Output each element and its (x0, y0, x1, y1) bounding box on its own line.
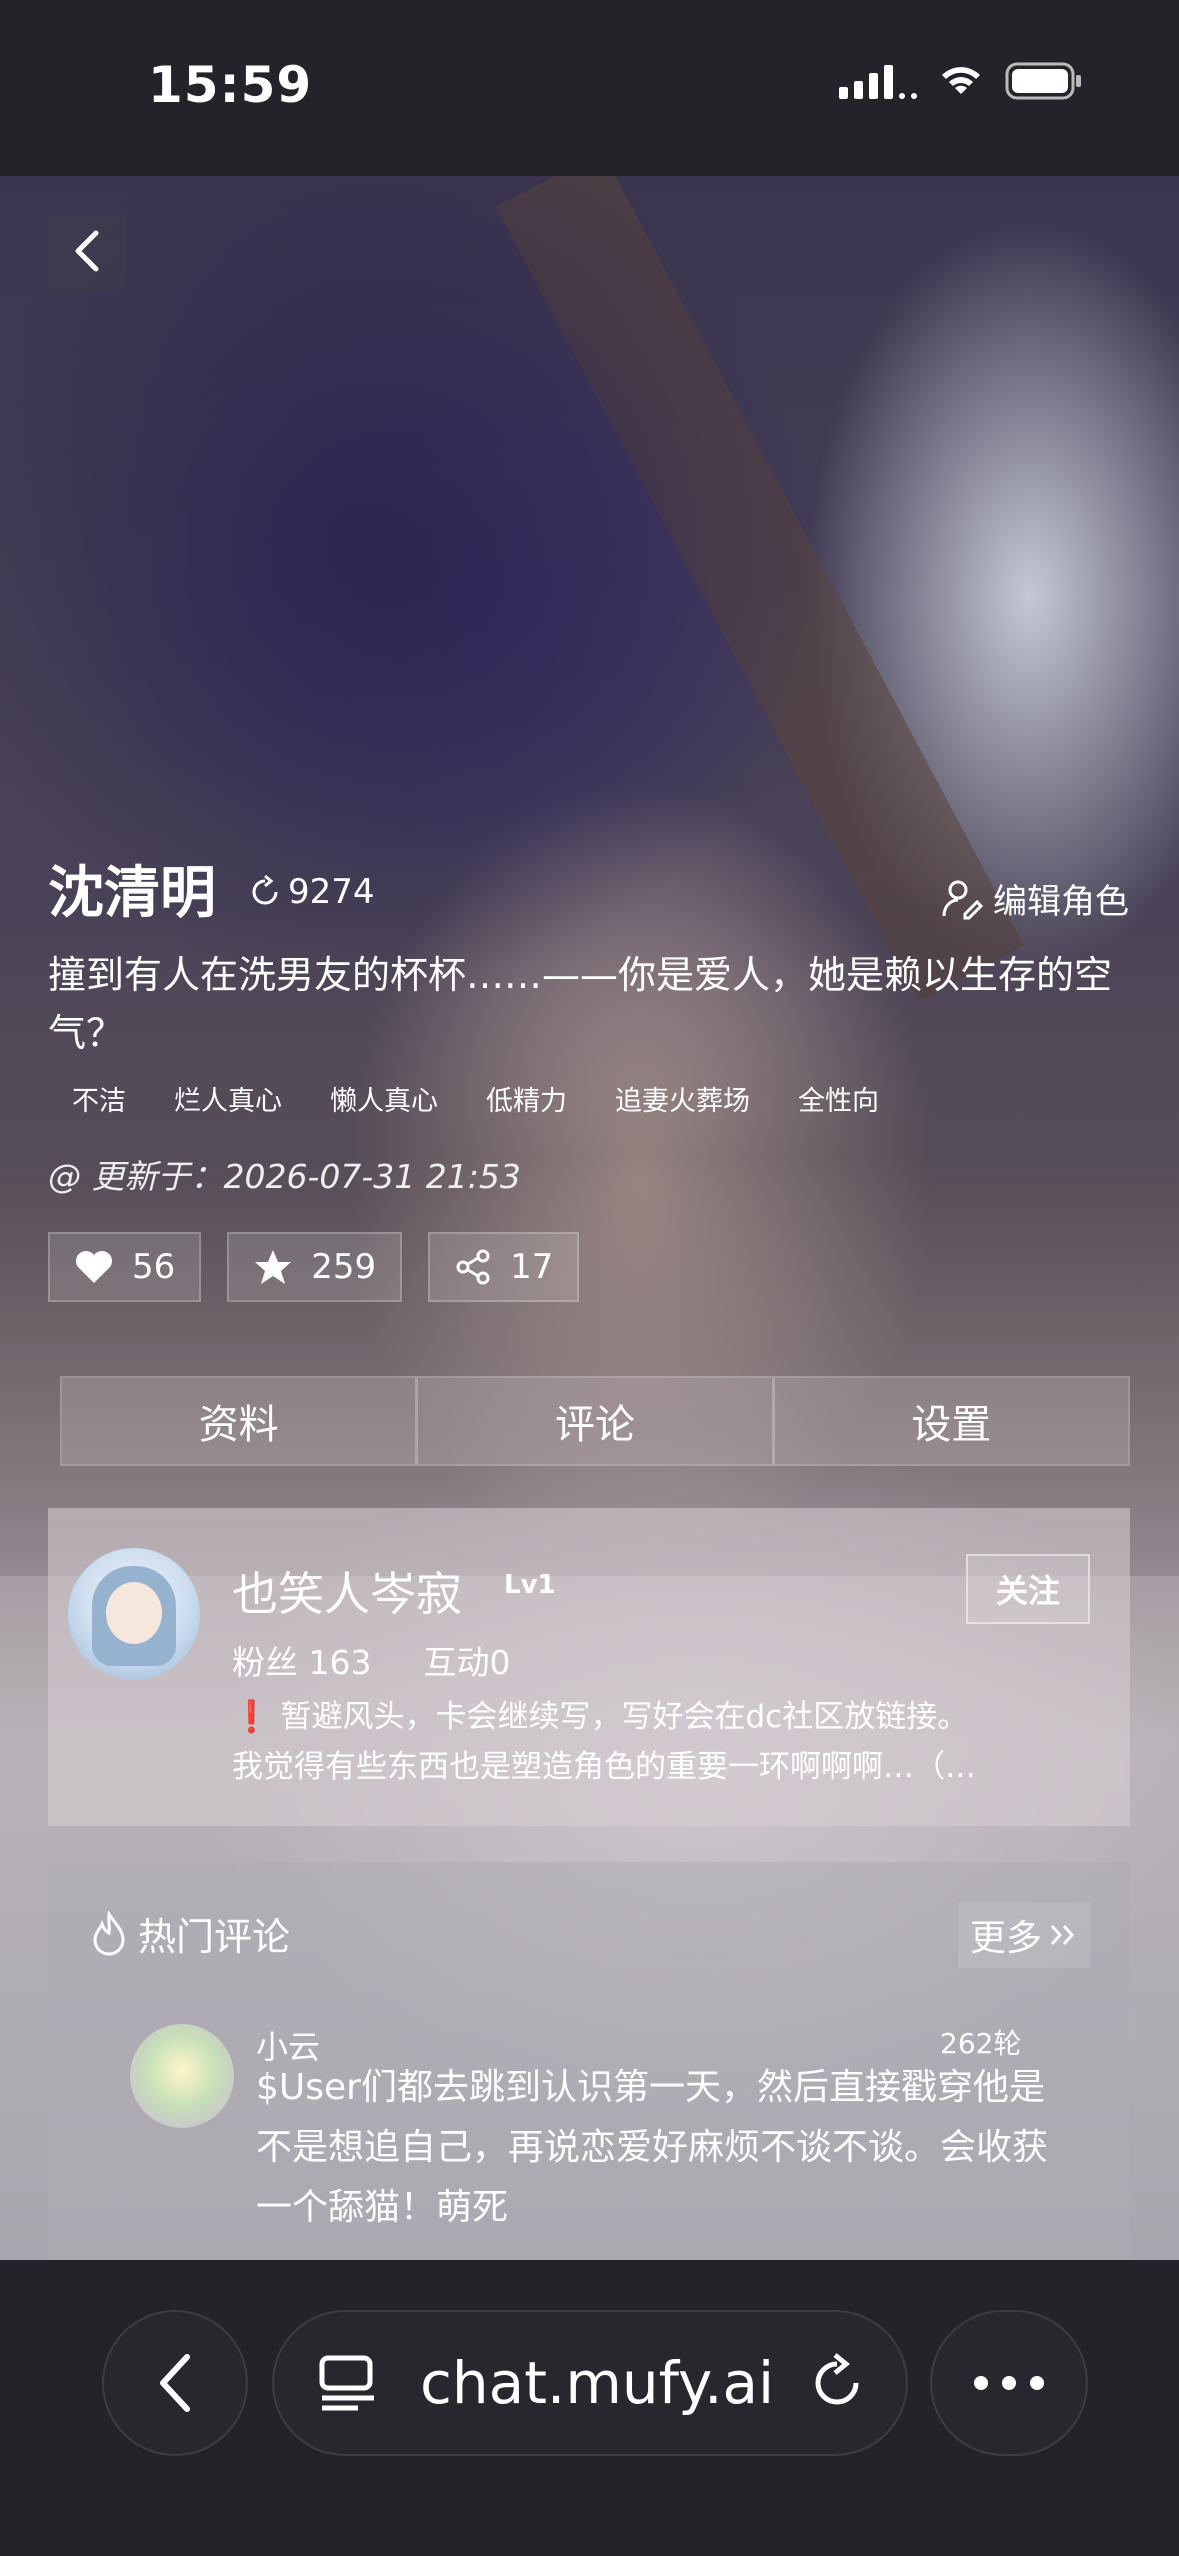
chevron-left-icon (160, 2354, 190, 2412)
tab-comments[interactable]: 评论 (418, 1378, 775, 1464)
double-chevron-right-icon (1050, 1925, 1075, 1945)
heart-icon (76, 1251, 112, 1283)
tag[interactable]: 低精力 (462, 1082, 591, 1122)
author-level-badge: Lv1 (504, 1570, 556, 1600)
hot-count-value: 9274 (288, 872, 375, 912)
edit-role-button[interactable]: 编辑角色 (941, 874, 1129, 923)
reader-mode-icon (319, 2355, 374, 2411)
star-icon (255, 1250, 292, 1284)
author-bio: ❗ 暂避风头，卡会继续写，写好会在dc社区放链接。 我觉得有些东西也是塑造角色的… (232, 1692, 1112, 1792)
tag[interactable]: 烂人真心 (150, 1082, 306, 1122)
like-button[interactable]: 56 (48, 1232, 202, 1302)
browser-toolbar: chat.mufy.ai (0, 2260, 1179, 2556)
comment-text: $User们都去跳到认识第一天，然后直接戳穿他是不是想追自己，再说恋爱好麻烦不谈… (256, 2067, 1049, 2228)
tag[interactable]: 追妻火葬场 (591, 1082, 774, 1122)
author-avatar[interactable] (68, 1548, 200, 1680)
back-button[interactable] (48, 212, 126, 290)
tag[interactable]: 全性向 (774, 1082, 903, 1122)
author-name[interactable]: 也笑人岑寂 (232, 1558, 462, 1624)
url-text: chat.mufy.ai (420, 2349, 775, 2417)
hot-count: 9274 (246, 872, 375, 912)
refresh-heat-icon (252, 874, 278, 905)
tag-list: 不洁 烂人真心 懒人真心 低精力 追妻火葬场 全性向 (48, 1082, 903, 1122)
character-name: 沈清明 (48, 861, 216, 926)
interaction-count: 互动0 (423, 1643, 511, 1682)
updated-time: @ 更新于：2026-07-31 21:53 (48, 1157, 521, 1196)
more-comments-button[interactable]: 更多 (957, 1902, 1090, 1968)
bio-line: 我觉得有些东西也是塑造角色的重要一环啊啊啊…（… (232, 1749, 976, 1785)
author-card: 也笑人岑寂 Lv1 关注 粉丝 163 互动0 ❗ 暂避风头，卡会继续写，写好会… (48, 1508, 1130, 1826)
dot-icon (1002, 2376, 1016, 2390)
url-bar[interactable]: chat.mufy.ai (272, 2310, 908, 2456)
stats-row: 56 259 17 (48, 1232, 580, 1302)
like-count: 56 (132, 1247, 176, 1287)
dot-icon (974, 2376, 988, 2390)
status-icons (839, 62, 1083, 100)
share-count: 17 (510, 1247, 554, 1287)
status-time: 15:59 (148, 56, 313, 114)
hot-comments-section: 热门评论 更多 小云 262轮 $User们都去跳到认识第一天，然后直接戳穿他是… (48, 1862, 1130, 2260)
exclamation-icon: ❗ (232, 1699, 271, 1735)
character-description: 撞到有人在洗男友的杯杯……——你是爱人，她是赖以生存的空气？ (48, 953, 1113, 1055)
tag[interactable]: 不洁 (48, 1082, 150, 1122)
favorite-count: 259 (311, 1247, 377, 1287)
browser-back-button[interactable] (102, 2310, 248, 2456)
hot-comments-title: 热门评论 (90, 1906, 290, 1961)
share-icon (456, 1249, 490, 1285)
dot-icon (1030, 2376, 1044, 2390)
wifi-icon (942, 67, 980, 94)
user-edit-icon (942, 880, 983, 919)
tab-bar: 资料 评论 设置 (60, 1376, 1130, 1466)
bio-line: 暂避风头，卡会继续写，写好会在dc社区放链接。 (280, 1699, 969, 1735)
tab-profile[interactable]: 资料 (62, 1378, 419, 1464)
battery-icon (1005, 62, 1081, 100)
comment-avatar[interactable] (130, 2024, 234, 2128)
hot-comments-label: 热门评论 (138, 1915, 291, 1959)
more-label: 更多 (969, 1918, 1042, 1959)
chevron-left-icon (75, 230, 99, 272)
cellular-signal-icon (839, 63, 917, 99)
tag[interactable]: 懒人真心 (306, 1082, 462, 1122)
reload-icon[interactable] (806, 2352, 868, 2414)
more-options-button[interactable] (930, 2310, 1088, 2456)
status-bar: 15:59 (0, 0, 1179, 176)
favorite-button[interactable]: 259 (227, 1232, 403, 1302)
tab-settings[interactable]: 设置 (775, 1378, 1128, 1464)
fans-count: 粉丝 163 (232, 1643, 372, 1682)
follow-button[interactable]: 关注 (966, 1554, 1090, 1624)
flame-icon (93, 1910, 125, 1955)
comment-rounds: 262轮 (940, 2027, 1022, 2060)
share-button[interactable]: 17 (428, 1232, 580, 1302)
author-stats: 粉丝 163 互动0 (232, 1636, 510, 1684)
edit-role-label: 编辑角色 (993, 882, 1129, 922)
